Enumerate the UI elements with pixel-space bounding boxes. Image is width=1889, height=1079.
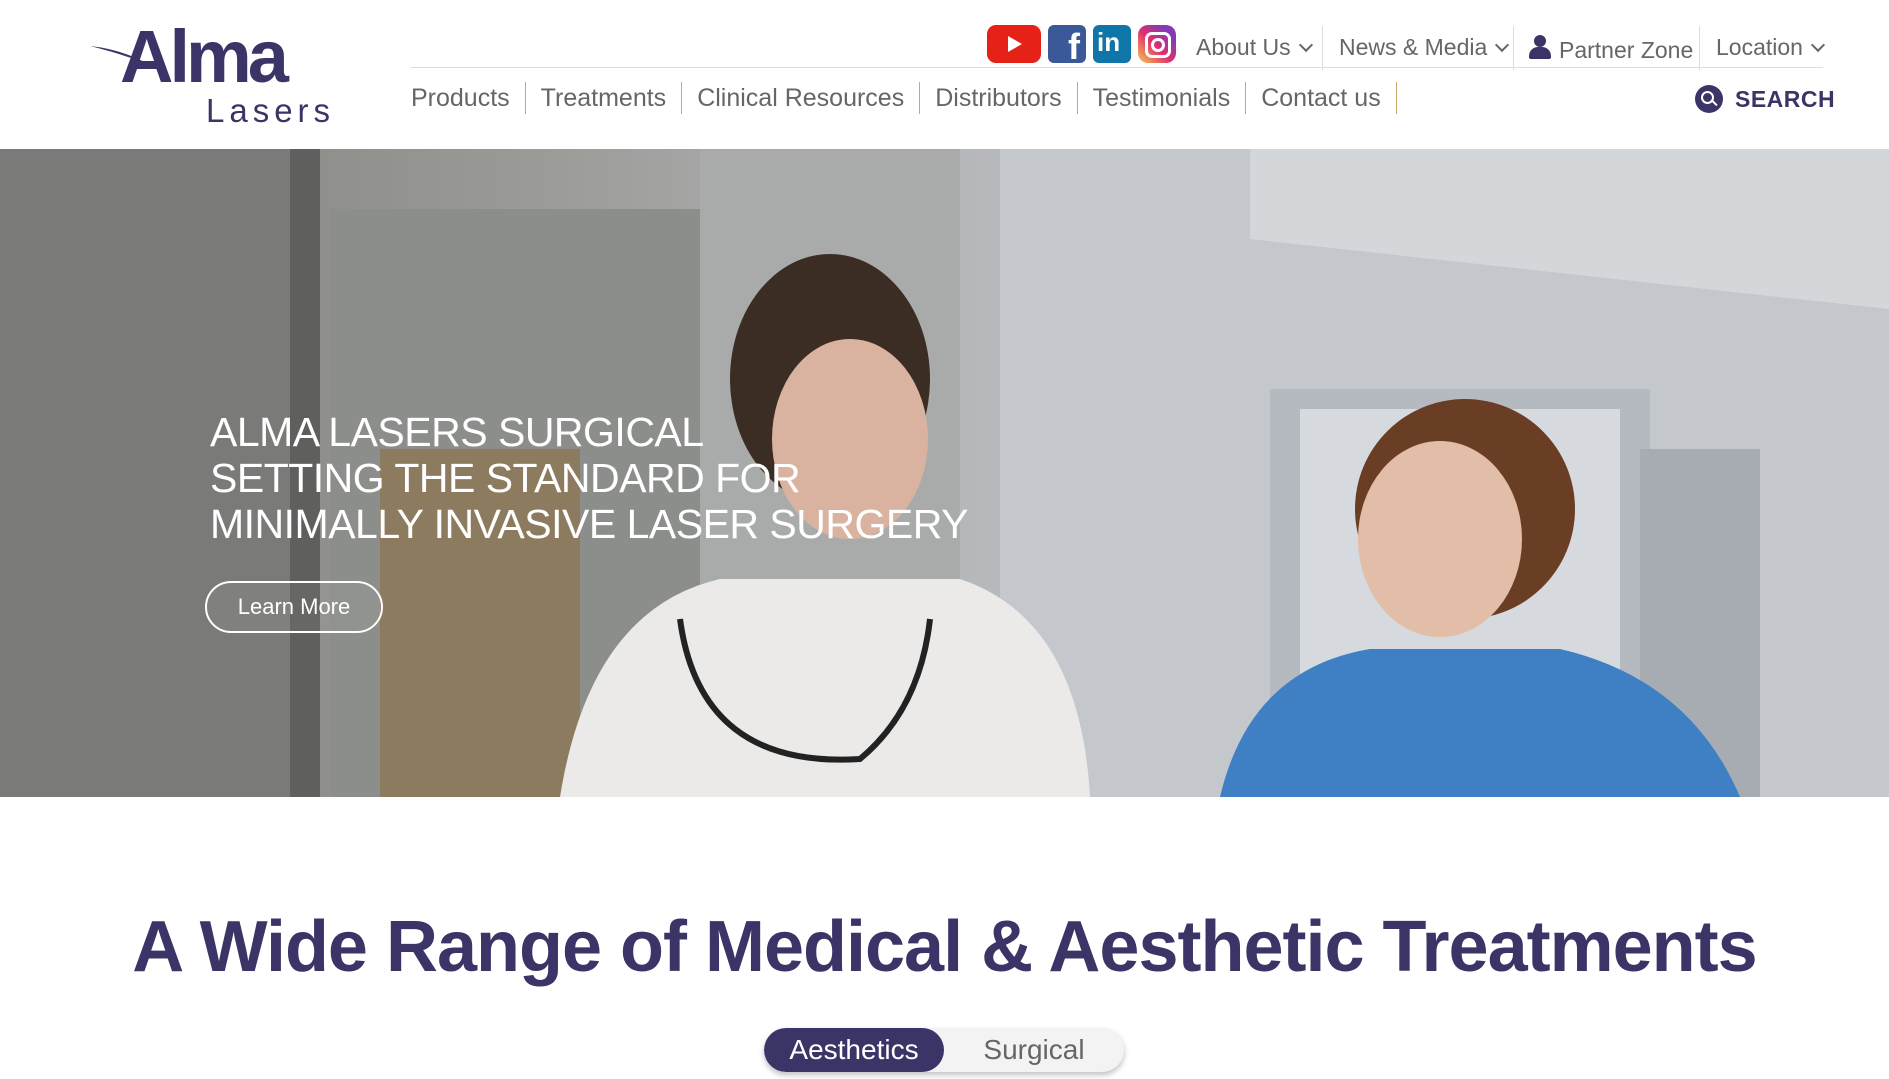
treatment-category-toggle: Aesthetics Surgical [764,1028,1124,1072]
hero-line-1: ALMA LASERS SURGICAL [210,409,704,455]
chevron-down-icon [1495,37,1510,53]
tab-surgical[interactable]: Surgical [944,1028,1124,1072]
hero-line-3: MINIMALLY INVASIVE LASER SURGERY [210,501,968,547]
learn-more-button[interactable]: Learn More [205,581,383,633]
about-us-menu[interactable]: About Us [1196,32,1313,62]
location-label: Location [1716,34,1803,60]
partner-zone-label: Partner Zone [1559,37,1694,63]
nav-distributors[interactable]: Distributors [920,82,1078,114]
nav-products[interactable]: Products [411,82,526,114]
site-header: Alma Lasers f in About Us News & Media P… [0,0,1889,149]
chevron-down-icon [1298,37,1313,53]
header-divider [411,67,1823,68]
youtube-icon[interactable] [987,25,1041,63]
nav-testimonials[interactable]: Testimonials [1078,82,1247,114]
search-icon [1695,85,1723,113]
nav-contact-us[interactable]: Contact us [1246,82,1397,114]
search-button[interactable]: SEARCH [1695,85,1835,113]
main-nav: Products Treatments Clinical Resources D… [411,82,1397,114]
linkedin-icon[interactable]: in [1093,25,1131,63]
nav-treatments[interactable]: Treatments [526,82,683,114]
person-icon [1529,35,1551,61]
news-media-label: News & Media [1339,34,1488,60]
section-title: A Wide Range of Medical & Aesthetic Trea… [132,907,1757,987]
logo-brand-text: Alma [120,15,289,98]
logo-sub-text: Lasers [206,92,336,129]
facebook-icon[interactable]: f [1048,25,1086,65]
hero-banner: ALMA LASERS SURGICAL SETTING THE STANDAR… [0,149,1889,797]
nav-clinical-resources[interactable]: Clinical Resources [682,82,921,114]
instagram-icon[interactable] [1138,25,1176,63]
tab-aesthetics[interactable]: Aesthetics [764,1028,944,1072]
hero-headline: ALMA LASERS SURGICAL SETTING THE STANDAR… [210,409,968,547]
news-media-menu[interactable]: News & Media [1339,32,1510,62]
chevron-down-icon [1810,37,1826,53]
hero-line-2: SETTING THE STANDARD FOR [210,455,801,501]
partner-zone-link[interactable]: Partner Zone [1529,32,1693,65]
search-label: SEARCH [1735,85,1836,112]
about-us-label: About Us [1196,34,1291,60]
location-menu[interactable]: Location [1716,32,1826,62]
alma-lasers-logo[interactable]: Alma Lasers [88,20,358,134]
